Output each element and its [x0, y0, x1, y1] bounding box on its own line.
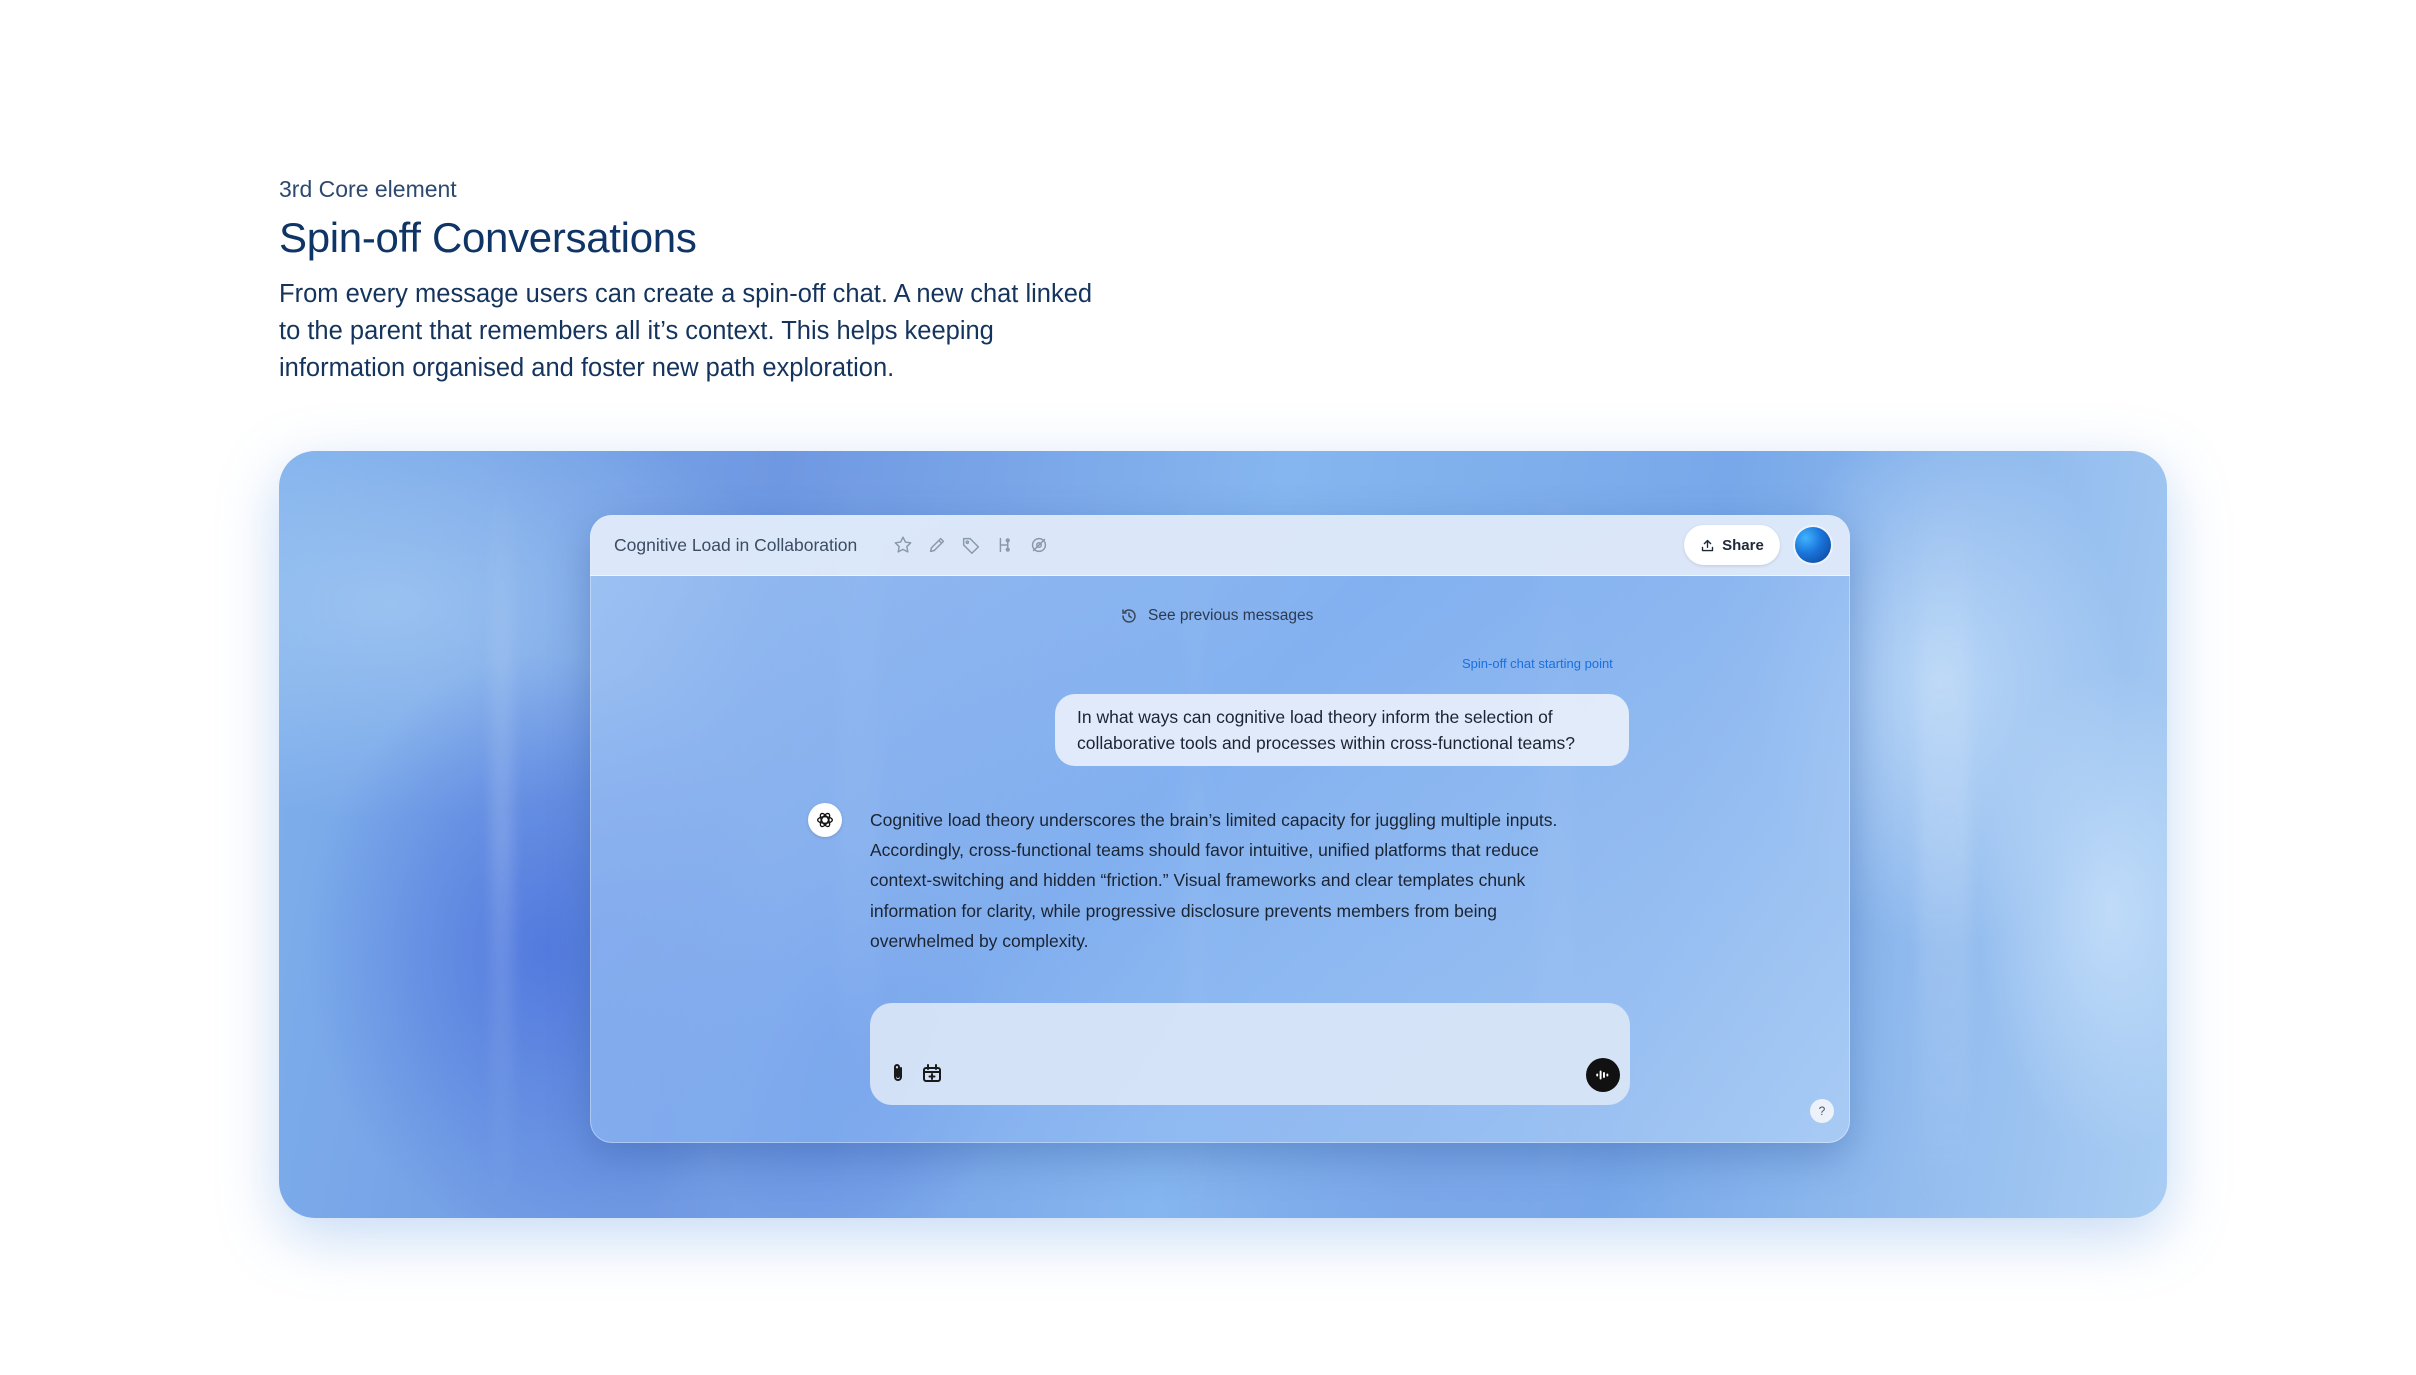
calendar-plus-icon[interactable] — [920, 1061, 944, 1085]
page-title: Spin-off Conversations — [279, 214, 697, 261]
star-icon[interactable] — [892, 534, 914, 556]
openai-logo-icon — [808, 803, 842, 837]
pencil-icon[interactable] — [926, 534, 948, 556]
share-label: Share — [1722, 536, 1764, 554]
paperclip-icon[interactable] — [886, 1061, 910, 1085]
window-titlebar: Cognitive Load in Collaboration Share — [590, 515, 1850, 576]
history-icon — [1122, 609, 1136, 623]
conversation-title[interactable]: Cognitive Load in Collaboration — [614, 533, 857, 557]
eyebrow: 3rd Core element — [279, 176, 457, 202]
hide-icon[interactable] — [1028, 534, 1050, 556]
message-composer[interactable] — [870, 1003, 1630, 1105]
user-message-bubble[interactable]: In what ways can cognitive load theory i… — [1055, 694, 1629, 766]
see-previous-label: See previous messages — [1148, 607, 1314, 624]
assistant-message: Cognitive load theory underscores the br… — [870, 810, 1558, 951]
intro-section: 3rd Core element Spin-off Conversations … — [279, 174, 1179, 387]
voice-button[interactable] — [1586, 1058, 1620, 1092]
help-button[interactable]: ? — [1810, 1099, 1834, 1123]
spinoff-starting-point-label: Spin-off chat starting point — [1462, 656, 1613, 671]
tag-icon[interactable] — [960, 534, 982, 556]
chat-window: Cognitive Load in Collaboration Share Se… — [590, 515, 1850, 1143]
user-message-text: In what ways can cognitive load theory i… — [1077, 707, 1576, 753]
share-button[interactable]: Share — [1684, 525, 1780, 565]
branch-icon[interactable] — [994, 534, 1016, 556]
description: From every message users can create a sp… — [279, 280, 1093, 382]
voice-icon — [1596, 1070, 1609, 1080]
avatar[interactable] — [1795, 527, 1831, 563]
see-previous-messages[interactable]: See previous messages — [1120, 607, 1313, 625]
upload-icon — [1701, 539, 1714, 551]
showcase-background: Cognitive Load in Collaboration Share Se… — [279, 451, 2167, 1218]
